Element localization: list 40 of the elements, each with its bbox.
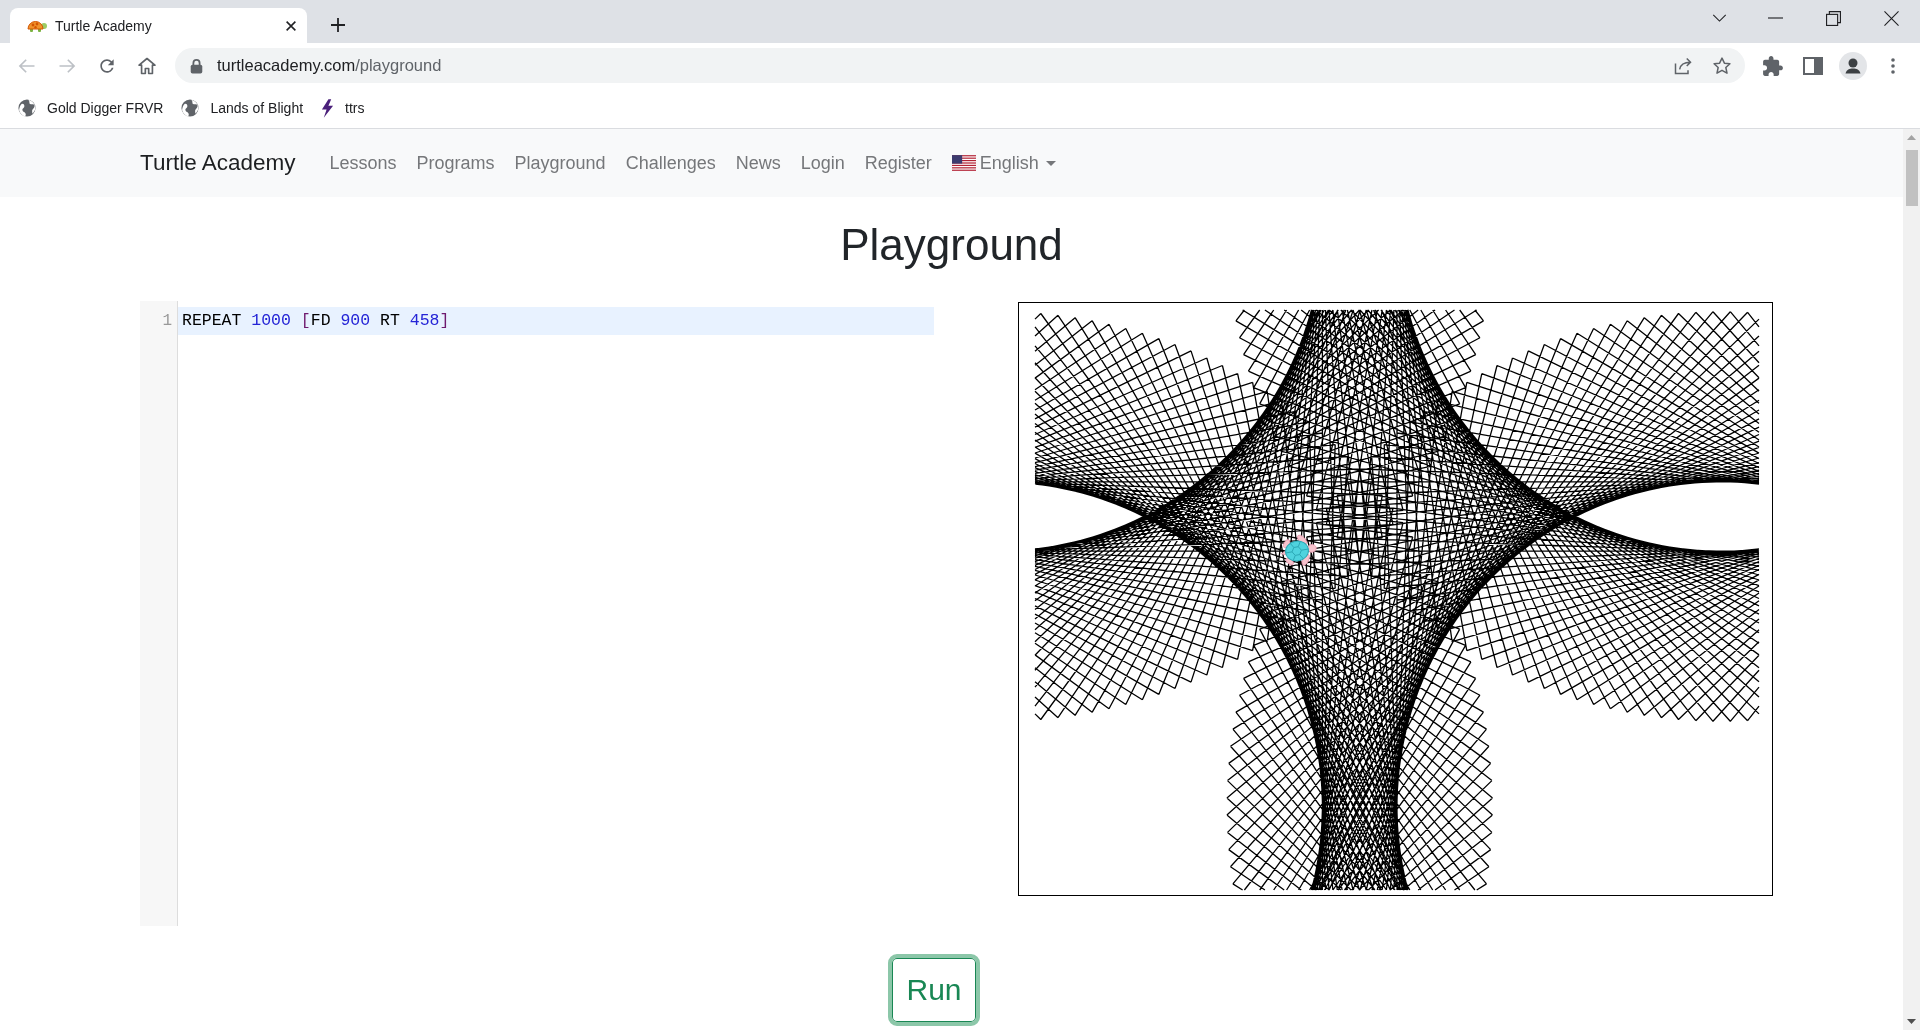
star-icon[interactable]: [1712, 55, 1732, 76]
nav-link[interactable]: Programs: [406, 152, 505, 174]
scrollbar-thumb[interactable]: [1905, 150, 1918, 206]
lightning-bolt-icon: [321, 98, 335, 118]
run-button[interactable]: Run: [888, 954, 980, 1026]
avatar-icon[interactable]: [1839, 51, 1867, 80]
flag-icon: [951, 155, 976, 171]
nav-link[interactable]: News: [725, 152, 791, 174]
globe-icon: [181, 99, 200, 117]
lock-icon[interactable]: [190, 57, 203, 74]
page-title: Playground: [839, 219, 1064, 271]
language-dropdown[interactable]: English: [941, 152, 1066, 174]
bookmark-link[interactable]: Lands of Blight: [181, 99, 304, 117]
bookmark-link[interactable]: Gold Digger FRVR: [18, 99, 164, 117]
nav-link[interactable]: Login: [790, 152, 855, 174]
extensions-icon[interactable]: [1763, 55, 1783, 76]
scroll-down-icon[interactable]: [1907, 1019, 1916, 1024]
share-icon[interactable]: [1673, 55, 1693, 76]
close-window-icon[interactable]: [1883, 10, 1899, 26]
code-editor[interactable]: 1 REPEAT 1000 [FD 900 RT 458]: [140, 301, 934, 926]
side-panel-icon[interactable]: [1803, 55, 1823, 76]
nav-link[interactable]: Challenges: [615, 152, 726, 174]
nav-link[interactable]: Lessons: [319, 152, 407, 174]
brand-link[interactable]: Turtle Academy: [140, 150, 296, 176]
home-icon[interactable]: [137, 55, 157, 76]
nav-link[interactable]: Playground: [504, 152, 616, 174]
globe-icon: [18, 99, 36, 117]
close-icon[interactable]: [284, 18, 298, 33]
address-bar[interactable]: turtleacademy.com/playground: [175, 48, 1745, 83]
bookmark-link[interactable]: ttrs: [321, 98, 365, 118]
menu-icon[interactable]: [1891, 57, 1895, 74]
nav-link[interactable]: Register: [854, 152, 942, 174]
browser-tab[interactable]: Turtle Academy: [10, 8, 307, 43]
chevron-down-icon[interactable]: [1711, 14, 1727, 22]
caret-icon: [1045, 160, 1056, 166]
turtle-icon: [27, 18, 47, 33]
minimize-icon[interactable]: [1767, 17, 1783, 19]
line-number: 1: [161, 311, 173, 332]
new-tab-icon[interactable]: [330, 17, 346, 33]
restore-icon[interactable]: [1825, 10, 1841, 26]
